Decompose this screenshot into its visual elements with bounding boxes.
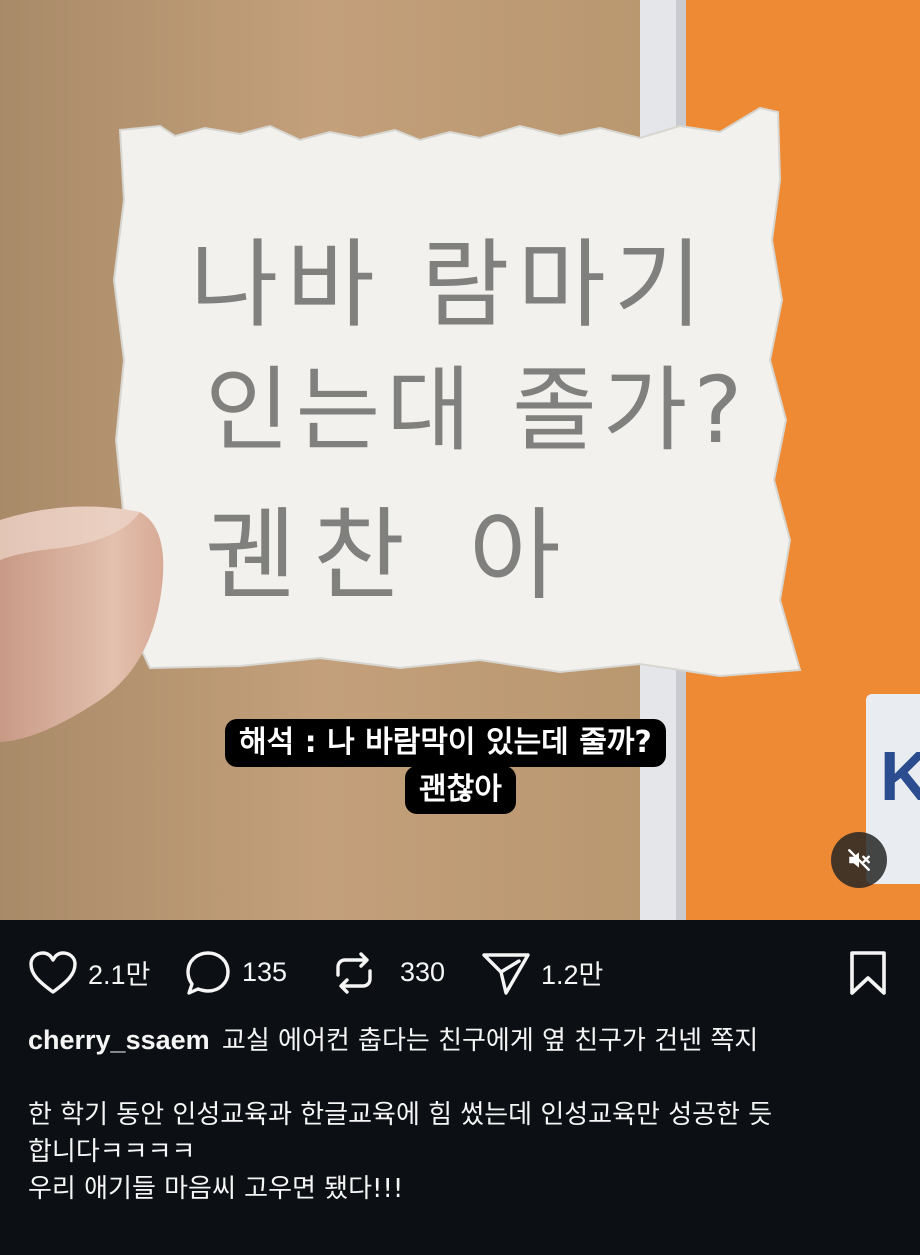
send-icon [482,952,530,995]
svg-text:K: K [880,737,920,815]
comment-icon [186,950,230,995]
comment-count: 135 [242,957,288,987]
caption-body-line-3: 우리 애기들 마음씨 고우면 됐다!!! [28,1174,404,1204]
handwriting-line-2: 인는대 졸가? [205,357,748,464]
like-button[interactable]: 2.1만 [28,935,150,1010]
mute-button[interactable] [831,832,887,888]
caption-title: 교실 에어컨 춥다는 친구에게 옆 친구가 건넨 쪽지 [221,1026,759,1056]
post-media[interactable]: K 나바 람마기 인는대 졸가? 궨찬 아 해석 : 나 바람막이 있는데 줄까… [0,0,920,920]
save-button[interactable] [844,935,892,1010]
share-button[interactable]: 1.2만 [481,935,603,1010]
action-bar: 2.1만 135 330 1.2만 [0,935,920,1010]
repost-icon [336,951,372,994]
repost-button[interactable]: 330 [330,935,445,1010]
like-count: 2.1만 [88,960,151,990]
handwriting-line-3: 궨찬 아 [205,497,577,614]
caption-body-line-1: 한 학기 동안 인성교육과 한글교육에 힘 썼는데 인성교육만 성공한 듯 [28,1100,773,1130]
caption-body-line-2: 합니다ㅋㅋㅋㅋ [28,1137,196,1167]
caption-overlay-line-1: 해석 : 나 바람막이 있는데 줄까? [225,719,666,767]
handwriting-line-1: 나바 람마기 [190,229,710,341]
share-count: 1.2만 [541,960,604,990]
post-caption: cherry_ssaem 교실 에어컨 춥다는 친구에게 옆 친구가 건넨 쪽지… [28,1022,898,1208]
bookmark-icon [850,950,886,995]
caption-overlay-line-2: 괜찮아 [405,766,516,814]
comment-button[interactable]: 135 [184,935,287,1010]
username-link[interactable]: cherry_ssaem [28,1025,210,1055]
heart-icon [29,950,77,994]
repost-count: 330 [400,957,446,987]
caption-first-line: cherry_ssaem 교실 에어컨 춥다는 친구에게 옆 친구가 건넨 쪽지 [28,1022,898,1060]
speaker-muted-icon [848,849,870,871]
